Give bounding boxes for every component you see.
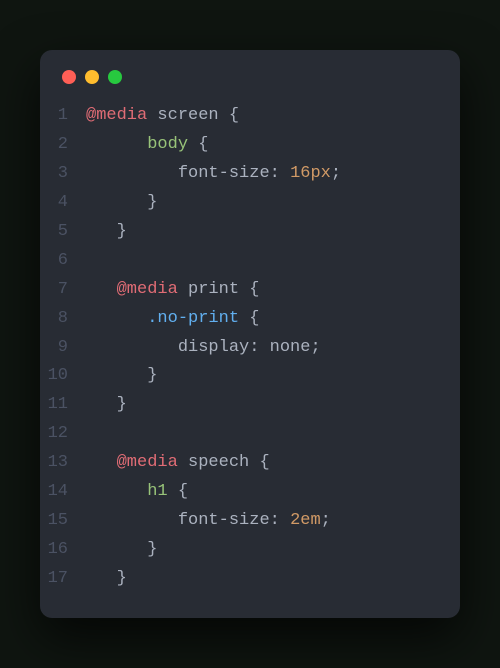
code-content: body { <box>86 131 208 160</box>
code-line: 2 body { <box>40 131 460 160</box>
line-number: 6 <box>40 247 86 276</box>
minimize-icon[interactable] <box>85 70 99 84</box>
code-content: } <box>86 218 127 247</box>
code-line: 17 } <box>40 565 460 594</box>
line-number: 11 <box>40 391 86 420</box>
code-content: } <box>86 189 157 218</box>
line-number: 14 <box>40 478 86 507</box>
code-line: 1@media screen { <box>40 102 460 131</box>
code-content: } <box>86 391 127 420</box>
code-line: 3 font-size: 16px; <box>40 160 460 189</box>
code-line: 10 } <box>40 362 460 391</box>
code-content: h1 { <box>86 478 188 507</box>
code-line: 6 <box>40 247 460 276</box>
code-content: .no-print { <box>86 305 259 334</box>
line-number: 7 <box>40 276 86 305</box>
line-number: 16 <box>40 536 86 565</box>
line-number: 3 <box>40 160 86 189</box>
code-line: 15 font-size: 2em; <box>40 507 460 536</box>
code-content: display: none; <box>86 334 321 363</box>
maximize-icon[interactable] <box>108 70 122 84</box>
code-line: 5 } <box>40 218 460 247</box>
code-content: font-size: 2em; <box>86 507 331 536</box>
code-content: @media screen { <box>86 102 239 131</box>
code-content: } <box>86 536 157 565</box>
code-line: 8 .no-print { <box>40 305 460 334</box>
code-line: 13 @media speech { <box>40 449 460 478</box>
code-line: 11 } <box>40 391 460 420</box>
line-number: 2 <box>40 131 86 160</box>
line-number: 5 <box>40 218 86 247</box>
code-line: 4 } <box>40 189 460 218</box>
line-number: 4 <box>40 189 86 218</box>
line-number: 9 <box>40 334 86 363</box>
line-number: 1 <box>40 102 86 131</box>
line-number: 15 <box>40 507 86 536</box>
code-line: 16 } <box>40 536 460 565</box>
line-number: 8 <box>40 305 86 334</box>
code-line: 9 display: none; <box>40 334 460 363</box>
code-content: } <box>86 362 157 391</box>
line-number: 12 <box>40 420 86 449</box>
code-line: 12 <box>40 420 460 449</box>
line-number: 13 <box>40 449 86 478</box>
code-area[interactable]: 1@media screen {2 body {3 font-size: 16p… <box>40 96 460 593</box>
code-content: @media print { <box>86 276 259 305</box>
code-content: } <box>86 565 127 594</box>
editor-window: 1@media screen {2 body {3 font-size: 16p… <box>40 50 460 617</box>
close-icon[interactable] <box>62 70 76 84</box>
code-line: 14 h1 { <box>40 478 460 507</box>
line-number: 17 <box>40 565 86 594</box>
code-content: @media speech { <box>86 449 270 478</box>
titlebar <box>40 50 460 96</box>
code-content: font-size: 16px; <box>86 160 341 189</box>
code-line: 7 @media print { <box>40 276 460 305</box>
line-number: 10 <box>40 362 86 391</box>
